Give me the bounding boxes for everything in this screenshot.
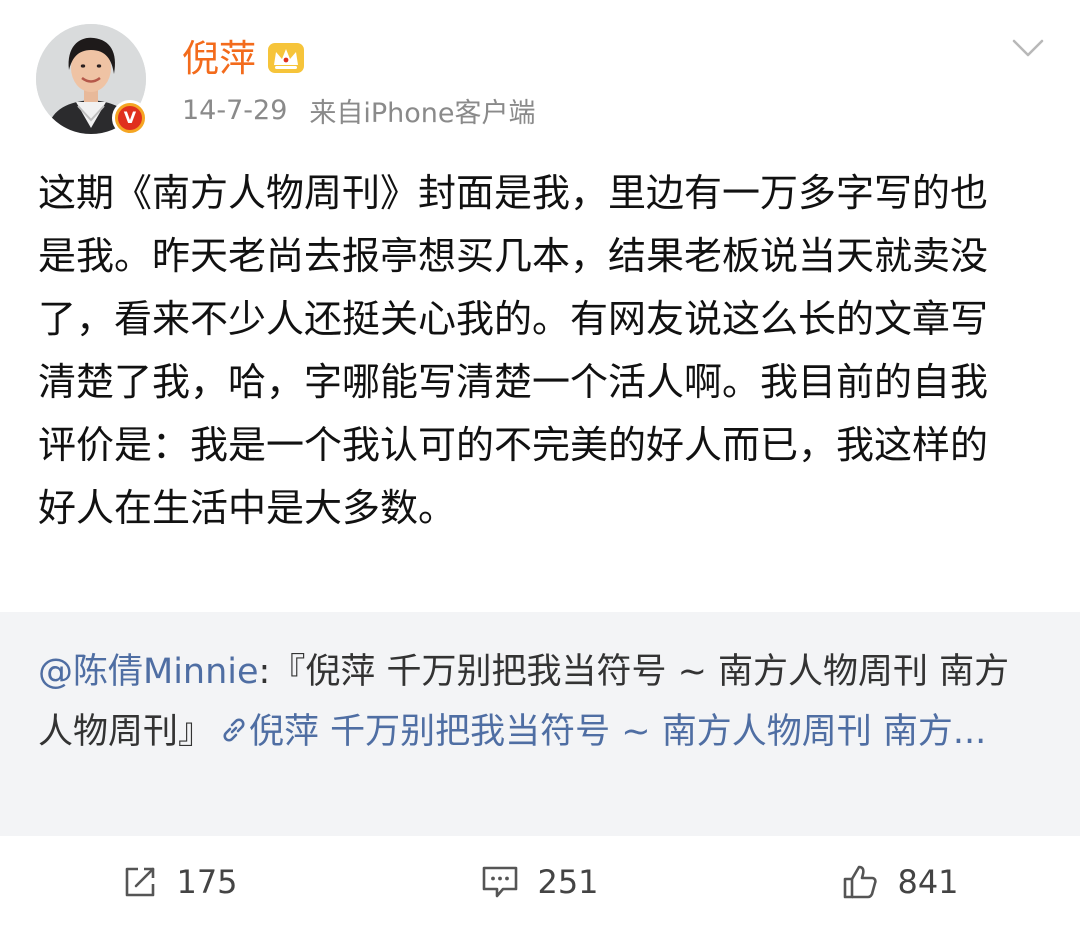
repost-mention[interactable]: @陈倩Minnie — [38, 652, 259, 692]
repost-link[interactable]: 倪萍 千万别把我当符号 ~ 南方人物周刊 南方... — [249, 712, 986, 752]
comment-count: 251 — [537, 862, 599, 901]
avatar[interactable]: V — [36, 24, 148, 136]
username[interactable]: 倪萍 — [182, 40, 256, 77]
comment-icon — [483, 866, 518, 897]
like-count: 841 — [897, 862, 959, 901]
verified-badge-letter: V — [123, 108, 137, 127]
share-count: 175 — [176, 862, 238, 901]
chevron-down-icon[interactable] — [1012, 36, 1044, 60]
verified-badge-inner: V — [118, 106, 142, 130]
link-icon — [223, 718, 245, 742]
post-source[interactable]: 来自iPhone客户端 — [309, 91, 535, 130]
crown-icon[interactable] — [266, 41, 306, 75]
verified-v-icon: V — [112, 100, 148, 136]
weibo-post: V 倪萍 14-7-29 来自iPhone客户端 这期《南方人物周刊》封面是我，… — [0, 0, 1080, 927]
comment-button[interactable]: 251 — [360, 836, 720, 927]
thumbs-up-icon — [844, 865, 878, 898]
post-meta: 14-7-29 来自iPhone客户端 — [182, 90, 536, 130]
share-icon — [126, 867, 155, 896]
repost-card[interactable]: @陈倩Minnie:『倪萍 千万别把我当符号 ~ 南方人物周刊 南方人物周刊』倪… — [0, 612, 1080, 836]
post-date: 14-7-29 — [182, 94, 288, 126]
like-button[interactable]: 841 — [720, 836, 1080, 927]
action-bar: 175 251 841 — [0, 836, 1080, 927]
post-text: 这期《南方人物周刊》封面是我，里边有一万多字写的也是我。昨天老尚去报亭想买几本，… — [38, 171, 989, 530]
repost-text: @陈倩Minnie:『倪萍 千万别把我当符号 ~ 南方人物周刊 南方人物周刊』倪… — [38, 642, 1033, 762]
username-row: 倪萍 — [182, 32, 306, 84]
share-button[interactable]: 175 — [0, 836, 360, 927]
